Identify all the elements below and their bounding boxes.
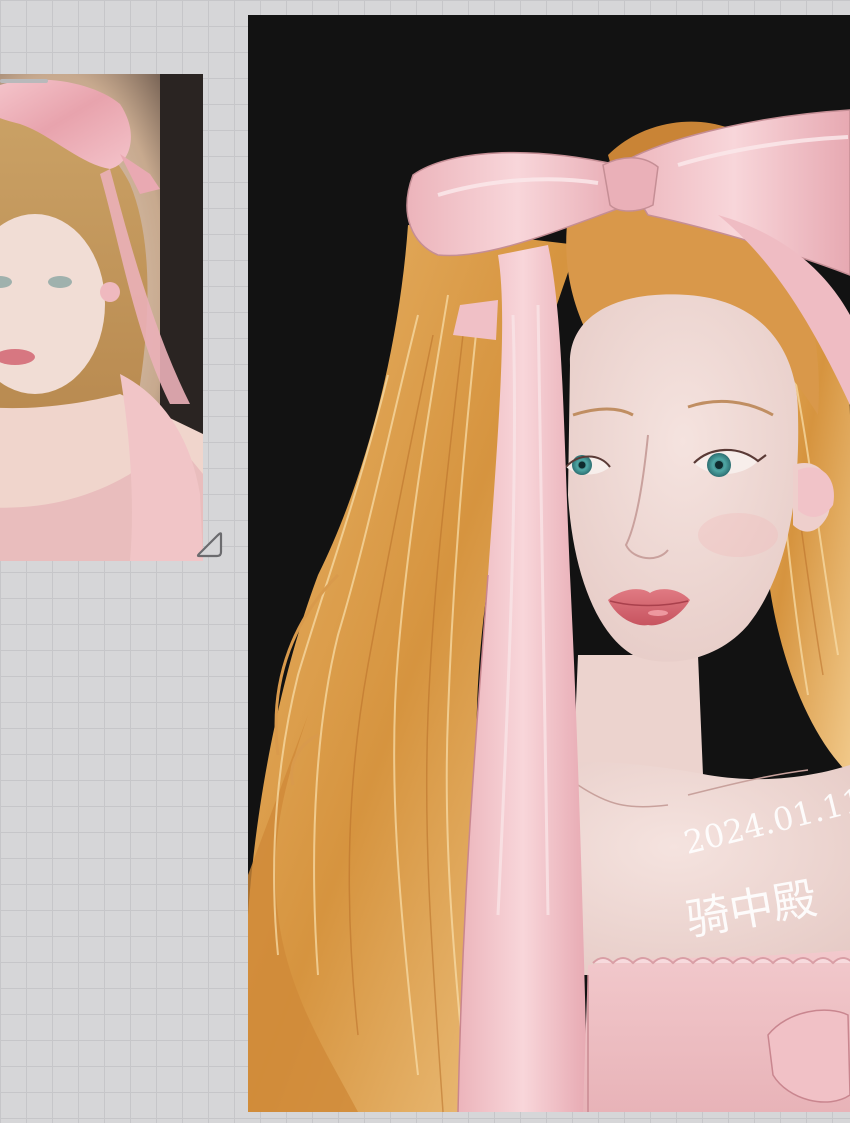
- reference-photo: [0, 74, 203, 561]
- artwork-canvas[interactable]: 2024.01.11 骑中殿: [248, 15, 850, 1112]
- resize-corner-icon[interactable]: [195, 530, 225, 560]
- reference-image-panel[interactable]: [0, 74, 203, 561]
- canvas-workspace[interactable]: 2024.01.11 骑中殿: [0, 0, 850, 1123]
- reference-drag-bar[interactable]: [0, 79, 48, 83]
- artwork-illustration: [248, 15, 850, 1112]
